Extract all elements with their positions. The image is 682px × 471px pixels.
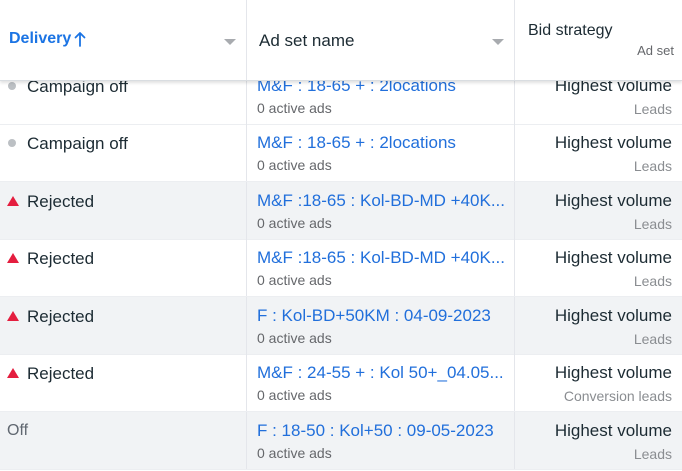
- delivery-cell: Rejected: [0, 182, 247, 239]
- adset-name-link[interactable]: F : Kol-BD+50KM : 04-09-2023: [257, 306, 491, 326]
- adset-name-link[interactable]: F : 18-50 : Kol+50 : 09-05-2023: [257, 421, 494, 441]
- adset-name-cell: M&F :18-65 : Kol-BD-MD +40K... 0 active …: [247, 182, 515, 239]
- chevron-down-icon[interactable]: [224, 39, 236, 45]
- active-ads-count: 0 active ads: [257, 330, 332, 346]
- table-row[interactable]: Campaign off M&F : 18-65 + : 2locations …: [0, 124, 682, 182]
- delivery-cell: Rejected: [0, 297, 247, 354]
- delivery-status: Rejected: [27, 364, 95, 383]
- bid-strategy-value: Highest volume: [554, 421, 672, 440]
- warning-triangle-icon: [7, 311, 19, 321]
- ad-sets-table: Campaign off M&F : 18-65 + : 2locations …: [0, 0, 682, 471]
- column-header-delivery[interactable]: Delivery: [0, 0, 247, 80]
- warning-triangle-icon: [7, 196, 19, 206]
- delivery-cell: Rejected: [0, 354, 247, 411]
- warning-triangle-icon: [7, 253, 19, 263]
- bid-strategy-value: Highest volume: [554, 248, 672, 267]
- bid-strategy-cell: Highest volume Leads: [515, 297, 682, 354]
- adset-name-cell: M&F :18-65 : Kol-BD-MD +40K... 0 active …: [247, 239, 515, 296]
- delivery-status: Rejected: [27, 192, 95, 211]
- bid-strategy-goal: Leads: [633, 216, 672, 232]
- delivery-cell: Rejected: [0, 239, 247, 296]
- delivery-column-label: Delivery: [9, 30, 72, 47]
- bid-strategy-cell: Highest volume Leads: [515, 412, 682, 469]
- adset-name-cell: M&F : 18-65 + : 2locations 0 active ads: [247, 124, 515, 181]
- adset-name-link[interactable]: M&F :18-65 : Kol-BD-MD +40K...: [257, 191, 505, 211]
- active-ads-count: 0 active ads: [257, 100, 332, 116]
- active-ads-count: 0 active ads: [257, 387, 332, 403]
- adset-name-cell: F : Kol-BD+50KM : 04-09-2023 0 active ad…: [247, 297, 515, 354]
- delivery-sort-button[interactable]: Delivery: [9, 30, 86, 48]
- bid-strategy-cell: Highest volume Leads: [515, 124, 682, 181]
- bid-strategy-goal: Leads: [633, 331, 672, 347]
- delivery-cell: Off: [0, 412, 247, 469]
- delivery-cell: Campaign off: [0, 124, 247, 181]
- active-ads-count: 0 active ads: [257, 215, 332, 231]
- warning-triangle-icon: [7, 368, 19, 378]
- bid-strategy-value: Highest volume: [554, 191, 672, 210]
- bid-strategy-goal: Leads: [633, 273, 672, 289]
- active-ads-count: 0 active ads: [257, 445, 332, 461]
- column-header-adset-name[interactable]: Ad set name: [247, 0, 515, 80]
- delivery-status: Campaign off: [27, 134, 128, 153]
- table-row[interactable]: Rejected M&F : 24-55 + : Kol 50+_04.05..…: [0, 354, 682, 412]
- adset-name-link[interactable]: M&F : 24-55 + : Kol 50+_04.05...: [257, 363, 504, 383]
- adset-name-link[interactable]: M&F :18-65 : Kol-BD-MD +40K...: [257, 248, 505, 268]
- table-row[interactable]: Rejected F : Kol-BD+50KM : 04-09-2023 0 …: [0, 297, 682, 355]
- bid-strategy-cell: Highest volume Conversion leads: [515, 354, 682, 411]
- table-row[interactable]: Off F : 18-50 : Kol+50 : 09-05-2023 0 ac…: [0, 412, 682, 470]
- bid-strategy-goal: Leads: [633, 101, 672, 117]
- table-row[interactable]: Rejected M&F :18-65 : Kol-BD-MD +40K... …: [0, 182, 682, 240]
- adset-name-cell: F : 18-50 : Kol+50 : 09-05-2023 0 active…: [247, 412, 515, 469]
- adset-name-link[interactable]: M&F : 18-65 + : 2locations: [257, 133, 456, 153]
- delivery-status: Off: [7, 422, 29, 439]
- chevron-down-icon[interactable]: [492, 39, 504, 45]
- status-dot-icon: [8, 82, 16, 90]
- bid-strategy-value: Highest volume: [554, 133, 672, 152]
- bid-strategy-value: Highest volume: [554, 306, 672, 325]
- table-header: Delivery Ad set name Bid strategy Ad set: [0, 0, 682, 81]
- delivery-status: Rejected: [27, 249, 95, 268]
- bid-column-sublabel: Ad set: [637, 43, 674, 58]
- arrow-up-icon: [74, 32, 86, 47]
- table-row[interactable]: Rejected M&F :18-65 : Kol-BD-MD +40K... …: [0, 239, 682, 297]
- active-ads-count: 0 active ads: [257, 157, 332, 173]
- adset-name-cell: M&F : 24-55 + : Kol 50+_04.05... 0 activ…: [247, 354, 515, 411]
- bid-strategy-value: Highest volume: [554, 363, 672, 382]
- bid-strategy-goal: Conversion leads: [563, 388, 672, 404]
- delivery-status: Rejected: [27, 307, 95, 326]
- bid-column-label: Bid strategy: [528, 22, 613, 39]
- column-header-bid-strategy[interactable]: Bid strategy Ad set: [515, 0, 682, 80]
- bid-strategy-cell: Highest volume Leads: [515, 182, 682, 239]
- adset-column-label: Ad set name: [259, 31, 355, 50]
- status-dot-icon: [8, 139, 16, 147]
- bid-strategy-goal: Leads: [633, 446, 672, 462]
- bid-strategy-goal: Leads: [633, 158, 672, 174]
- bid-strategy-cell: Highest volume Leads: [515, 239, 682, 296]
- active-ads-count: 0 active ads: [257, 272, 332, 288]
